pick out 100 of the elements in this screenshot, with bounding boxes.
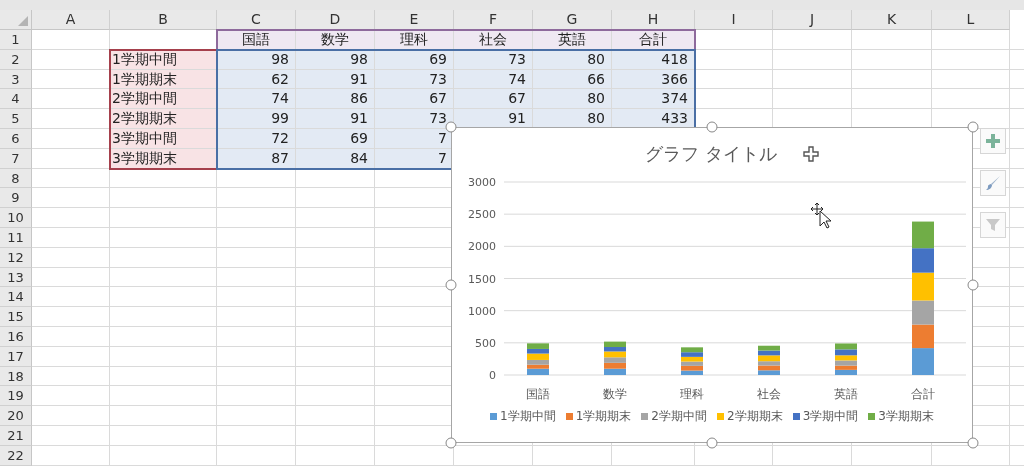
table-cell: 73 bbox=[375, 109, 454, 129]
table-cell: 84 bbox=[296, 148, 375, 169]
axis-tick-label: 2000 bbox=[468, 240, 496, 254]
row-header[interactable]: 2 bbox=[0, 49, 32, 70]
chart-title[interactable]: グラフ タイトル bbox=[645, 142, 777, 166]
chart-filters-button[interactable] bbox=[980, 212, 1006, 238]
row-header[interactable]: 1 bbox=[0, 30, 32, 50]
brush-icon bbox=[985, 175, 1001, 191]
table-cell: 80 bbox=[533, 109, 612, 129]
table-cell: 69 bbox=[296, 129, 375, 149]
row-header[interactable]: 9 bbox=[0, 188, 32, 209]
table-cell: 2学期期末 bbox=[110, 109, 217, 129]
axis-tick-label: 500 bbox=[475, 336, 496, 350]
axis-tick-label: 1000 bbox=[468, 304, 496, 318]
axis-tick-label: 0 bbox=[489, 369, 496, 382]
table-cell: 80 bbox=[533, 89, 612, 110]
table-cell: 73 bbox=[454, 49, 533, 70]
table-cell: 理科 bbox=[375, 30, 454, 50]
legend-label: 2学期中間 bbox=[651, 408, 707, 425]
table-cell: 98 bbox=[296, 49, 375, 70]
resize-handle[interactable] bbox=[445, 279, 457, 291]
column-header[interactable]: F bbox=[454, 10, 533, 30]
column-header[interactable]: G bbox=[533, 10, 612, 30]
resize-handle[interactable] bbox=[967, 121, 979, 133]
row-header[interactable]: 21 bbox=[0, 425, 32, 446]
axis-tick-label: 3000 bbox=[468, 176, 496, 189]
column-header[interactable]: A bbox=[32, 10, 110, 30]
filter-icon bbox=[985, 217, 1001, 233]
row-header[interactable]: 14 bbox=[0, 287, 32, 308]
column-header[interactable]: H bbox=[612, 10, 695, 30]
table-cell: 99 bbox=[217, 109, 296, 129]
chart-area[interactable]: グラフ タイトル 0 500 1000 1500 2000 2500 3000 国語 数学 理科 社会 英語 合計 1学期中間 1学期期末 2学期中間 2学期期末 3学期中間 3学期期末 bbox=[451, 127, 973, 443]
move-cursor-icon bbox=[802, 146, 819, 162]
table-cell: 69 bbox=[375, 49, 454, 70]
column-header[interactable]: K bbox=[852, 10, 932, 30]
table-cell: 73 bbox=[375, 69, 454, 90]
category-label: 社会 bbox=[757, 387, 781, 401]
resize-handle[interactable] bbox=[706, 121, 718, 133]
legend-label: 1学期期末 bbox=[575, 408, 632, 425]
cursor-icon bbox=[810, 202, 832, 230]
row-header[interactable]: 12 bbox=[0, 247, 32, 268]
select-all-icon[interactable] bbox=[18, 16, 28, 26]
category-label: 国語 bbox=[526, 387, 550, 401]
axis-tick-label: 2500 bbox=[468, 208, 496, 222]
legend-label: 3学期期末 bbox=[878, 408, 934, 425]
chart-elements-button[interactable] bbox=[980, 128, 1006, 154]
column-header[interactable]: B bbox=[110, 10, 217, 30]
column-header[interactable]: L bbox=[932, 10, 1010, 30]
row-header[interactable]: 6 bbox=[0, 129, 32, 149]
table-cell: 91 bbox=[296, 109, 375, 129]
plus-icon bbox=[985, 133, 1001, 149]
row-header[interactable]: 22 bbox=[0, 445, 32, 466]
row-header[interactable]: 17 bbox=[0, 346, 32, 367]
row-header[interactable]: 13 bbox=[0, 267, 32, 288]
row-header[interactable]: 16 bbox=[0, 326, 32, 347]
row-header[interactable]: 8 bbox=[0, 168, 32, 189]
legend-label: 2学期期末 bbox=[727, 408, 783, 425]
table-cell: 374 bbox=[612, 89, 695, 110]
table-cell: 67 bbox=[375, 89, 454, 110]
row-header[interactable]: 3 bbox=[0, 69, 32, 90]
category-label: 理科 bbox=[680, 387, 704, 401]
category-label: 合計 bbox=[911, 387, 935, 401]
row-header[interactable]: 11 bbox=[0, 227, 32, 248]
table-cell: 91 bbox=[454, 109, 533, 129]
table-cell: 74 bbox=[454, 69, 533, 90]
column-header[interactable]: J bbox=[773, 10, 852, 30]
table-cell: 66 bbox=[533, 69, 612, 90]
category-label: 数学 bbox=[603, 387, 627, 401]
row-header[interactable]: 20 bbox=[0, 406, 32, 426]
resize-handle[interactable] bbox=[445, 121, 457, 133]
resize-handle[interactable] bbox=[445, 437, 457, 449]
table-cell: 86 bbox=[296, 89, 375, 110]
row-header[interactable]: 15 bbox=[0, 307, 32, 327]
table-cell: 80 bbox=[533, 49, 612, 70]
axis-tick-label: 1500 bbox=[468, 272, 496, 286]
row-header[interactable]: 19 bbox=[0, 386, 32, 407]
resize-handle[interactable] bbox=[706, 437, 718, 449]
row-header[interactable]: 5 bbox=[0, 109, 32, 129]
column-header[interactable]: C bbox=[217, 10, 296, 30]
table-cell: 社会 bbox=[454, 30, 533, 50]
row-header[interactable]: 10 bbox=[0, 208, 32, 228]
corner-header[interactable] bbox=[0, 10, 32, 30]
table-cell: 91 bbox=[296, 69, 375, 90]
row-header[interactable]: 18 bbox=[0, 366, 32, 387]
table-cell: 74 bbox=[217, 89, 296, 110]
legend-label: 3学期中間 bbox=[802, 408, 859, 425]
table-cell: 数学 bbox=[296, 30, 375, 50]
row-header[interactable]: 7 bbox=[0, 148, 32, 169]
category-label: 英語 bbox=[834, 387, 858, 401]
table-cell: 67 bbox=[454, 89, 533, 110]
chart-styles-button[interactable] bbox=[980, 170, 1006, 196]
column-header[interactable]: I bbox=[695, 10, 773, 30]
row-header[interactable]: 4 bbox=[0, 89, 32, 110]
table-cell: 英語 bbox=[533, 30, 612, 50]
column-header[interactable]: E bbox=[375, 10, 454, 30]
column-header[interactable]: D bbox=[296, 10, 375, 30]
table-cell: 2学期中間 bbox=[110, 89, 217, 110]
legend-label: 1学期中間 bbox=[500, 408, 556, 425]
resize-handle[interactable] bbox=[967, 437, 979, 449]
resize-handle[interactable] bbox=[967, 279, 979, 291]
